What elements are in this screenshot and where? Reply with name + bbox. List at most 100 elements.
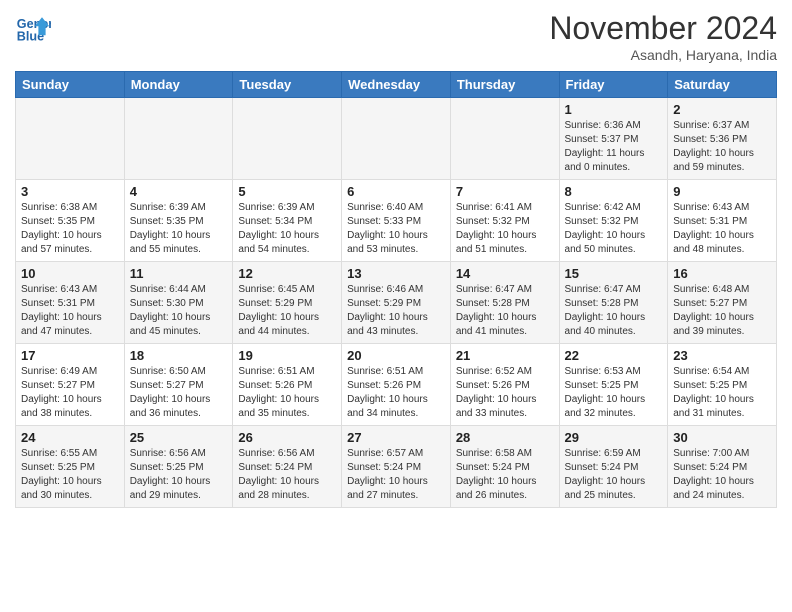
day-number: 17 xyxy=(21,348,119,363)
day-number: 8 xyxy=(565,184,663,199)
day-number: 3 xyxy=(21,184,119,199)
calendar-cell: 24Sunrise: 6:55 AM Sunset: 5:25 PM Dayli… xyxy=(16,426,125,508)
day-info: Sunrise: 6:43 AM Sunset: 5:31 PM Dayligh… xyxy=(673,201,771,257)
calendar-cell: 15Sunrise: 6:47 AM Sunset: 5:28 PM Dayli… xyxy=(559,262,668,344)
day-number: 10 xyxy=(21,266,119,281)
day-number: 2 xyxy=(673,102,771,117)
day-info: Sunrise: 6:46 AM Sunset: 5:29 PM Dayligh… xyxy=(347,283,445,339)
calendar-cell xyxy=(16,98,125,180)
day-number: 6 xyxy=(347,184,445,199)
calendar-cell: 8Sunrise: 6:42 AM Sunset: 5:32 PM Daylig… xyxy=(559,180,668,262)
calendar-week-row: 24Sunrise: 6:55 AM Sunset: 5:25 PM Dayli… xyxy=(16,426,777,508)
weekday-header-row: SundayMondayTuesdayWednesdayThursdayFrid… xyxy=(16,72,777,98)
weekday-header-monday: Monday xyxy=(124,72,233,98)
day-info: Sunrise: 6:38 AM Sunset: 5:35 PM Dayligh… xyxy=(21,201,119,257)
day-info: Sunrise: 6:37 AM Sunset: 5:36 PM Dayligh… xyxy=(673,119,771,175)
calendar-cell: 6 Sunrise: 6:40 AM Sunset: 5:33 PM Daylig… xyxy=(342,180,451,262)
day-info: Sunrise: 6:52 AM Sunset: 5:26 PM Dayligh… xyxy=(456,365,554,421)
day-number: 22 xyxy=(565,348,663,363)
day-info: Sunrise: 6:56 AM Sunset: 5:24 PM Dayligh… xyxy=(238,447,336,503)
day-number: 11 xyxy=(130,266,228,281)
calendar-cell: 18 Sunrise: 6:50 AM Sunset: 5:27 PM Dayli… xyxy=(124,344,233,426)
calendar-cell xyxy=(233,98,342,180)
calendar-cell: 1 Sunrise: 6:36 AM Sunset: 5:37 PM Daylig… xyxy=(559,98,668,180)
calendar-week-row: 3 Sunrise: 6:38 AM Sunset: 5:35 PM Daylig… xyxy=(16,180,777,262)
page: General Blue November 2024 Asandh, Harya… xyxy=(0,0,792,523)
day-info: Sunrise: 6:53 AM Sunset: 5:25 PM Dayligh… xyxy=(565,365,663,421)
day-info: Sunrise: 6:51 AM Sunset: 5:26 PM Dayligh… xyxy=(347,365,445,421)
calendar-cell: 21 Sunrise: 6:52 AM Sunset: 5:26 PM Dayli… xyxy=(450,344,559,426)
calendar-week-row: 17 Sunrise: 6:49 AM Sunset: 5:27 PM Dayli… xyxy=(16,344,777,426)
day-number: 7 xyxy=(456,184,554,199)
day-number: 20 xyxy=(347,348,445,363)
day-info: Sunrise: 7:00 AM Sunset: 5:24 PM Dayligh… xyxy=(673,447,771,503)
day-number: 5 xyxy=(238,184,336,199)
day-number: 14 xyxy=(456,266,554,281)
weekday-header-wednesday: Wednesday xyxy=(342,72,451,98)
day-info: Sunrise: 6:47 AM Sunset: 5:28 PM Dayligh… xyxy=(456,283,554,339)
calendar-week-row: 10 Sunrise: 6:43 AM Sunset: 5:31 PM Dayli… xyxy=(16,262,777,344)
calendar-cell: 2 Sunrise: 6:37 AM Sunset: 5:36 PM Daylig… xyxy=(668,98,777,180)
day-number: 16 xyxy=(673,266,771,281)
calendar-cell: 17 Sunrise: 6:49 AM Sunset: 5:27 PM Dayli… xyxy=(16,344,125,426)
header: General Blue November 2024 Asandh, Harya… xyxy=(15,10,777,63)
day-number: 25 xyxy=(130,430,228,445)
calendar-cell xyxy=(342,98,451,180)
calendar-cell xyxy=(124,98,233,180)
day-info: Sunrise: 6:59 AM Sunset: 5:24 PM Dayligh… xyxy=(565,447,663,503)
logo-icon: General Blue xyxy=(15,10,51,46)
day-number: 18 xyxy=(130,348,228,363)
calendar-cell: 20 Sunrise: 6:51 AM Sunset: 5:26 PM Dayli… xyxy=(342,344,451,426)
calendar-cell: 27Sunrise: 6:57 AM Sunset: 5:24 PM Dayli… xyxy=(342,426,451,508)
calendar-cell: 25 Sunrise: 6:56 AM Sunset: 5:25 PM Dayli… xyxy=(124,426,233,508)
calendar-cell: 5 Sunrise: 6:39 AM Sunset: 5:34 PM Daylig… xyxy=(233,180,342,262)
day-number: 12 xyxy=(238,266,336,281)
calendar-week-row: 1 Sunrise: 6:36 AM Sunset: 5:37 PM Daylig… xyxy=(16,98,777,180)
weekday-header-friday: Friday xyxy=(559,72,668,98)
calendar-cell: 29 Sunrise: 6:59 AM Sunset: 5:24 PM Dayli… xyxy=(559,426,668,508)
day-number: 19 xyxy=(238,348,336,363)
weekday-header-thursday: Thursday xyxy=(450,72,559,98)
calendar-table: SundayMondayTuesdayWednesdayThursdayFrid… xyxy=(15,71,777,508)
day-info: Sunrise: 6:50 AM Sunset: 5:27 PM Dayligh… xyxy=(130,365,228,421)
calendar-cell xyxy=(450,98,559,180)
calendar-cell: 9 Sunrise: 6:43 AM Sunset: 5:31 PM Daylig… xyxy=(668,180,777,262)
calendar-cell: 13 Sunrise: 6:46 AM Sunset: 5:29 PM Dayli… xyxy=(342,262,451,344)
day-number: 13 xyxy=(347,266,445,281)
location: Asandh, Haryana, India xyxy=(549,47,777,63)
day-number: 21 xyxy=(456,348,554,363)
calendar-cell: 30 Sunrise: 7:00 AM Sunset: 5:24 PM Dayli… xyxy=(668,426,777,508)
calendar-cell: 16Sunrise: 6:48 AM Sunset: 5:27 PM Dayli… xyxy=(668,262,777,344)
day-info: Sunrise: 6:51 AM Sunset: 5:26 PM Dayligh… xyxy=(238,365,336,421)
calendar-cell: 10 Sunrise: 6:43 AM Sunset: 5:31 PM Dayli… xyxy=(16,262,125,344)
day-info: Sunrise: 6:44 AM Sunset: 5:30 PM Dayligh… xyxy=(130,283,228,339)
day-number: 23 xyxy=(673,348,771,363)
day-info: Sunrise: 6:40 AM Sunset: 5:33 PM Dayligh… xyxy=(347,201,445,257)
day-number: 29 xyxy=(565,430,663,445)
day-number: 4 xyxy=(130,184,228,199)
calendar-cell: 28 Sunrise: 6:58 AM Sunset: 5:24 PM Dayli… xyxy=(450,426,559,508)
day-info: Sunrise: 6:57 AM Sunset: 5:24 PM Dayligh… xyxy=(347,447,445,503)
weekday-header-sunday: Sunday xyxy=(16,72,125,98)
calendar-cell: 3 Sunrise: 6:38 AM Sunset: 5:35 PM Daylig… xyxy=(16,180,125,262)
day-info: Sunrise: 6:58 AM Sunset: 5:24 PM Dayligh… xyxy=(456,447,554,503)
day-info: Sunrise: 6:56 AM Sunset: 5:25 PM Dayligh… xyxy=(130,447,228,503)
day-info: Sunrise: 6:39 AM Sunset: 5:34 PM Dayligh… xyxy=(238,201,336,257)
day-info: Sunrise: 6:45 AM Sunset: 5:29 PM Dayligh… xyxy=(238,283,336,339)
day-info: Sunrise: 6:43 AM Sunset: 5:31 PM Dayligh… xyxy=(21,283,119,339)
weekday-header-tuesday: Tuesday xyxy=(233,72,342,98)
day-number: 15 xyxy=(565,266,663,281)
day-info: Sunrise: 6:54 AM Sunset: 5:25 PM Dayligh… xyxy=(673,365,771,421)
calendar-cell: 7 Sunrise: 6:41 AM Sunset: 5:32 PM Daylig… xyxy=(450,180,559,262)
day-info: Sunrise: 6:41 AM Sunset: 5:32 PM Dayligh… xyxy=(456,201,554,257)
day-number: 1 xyxy=(565,102,663,117)
day-number: 28 xyxy=(456,430,554,445)
day-number: 26 xyxy=(238,430,336,445)
day-number: 30 xyxy=(673,430,771,445)
calendar-cell: 4Sunrise: 6:39 AM Sunset: 5:35 PM Daylig… xyxy=(124,180,233,262)
calendar-cell: 22 Sunrise: 6:53 AM Sunset: 5:25 PM Dayli… xyxy=(559,344,668,426)
title-block: November 2024 Asandh, Haryana, India xyxy=(549,10,777,63)
day-number: 9 xyxy=(673,184,771,199)
day-info: Sunrise: 6:49 AM Sunset: 5:27 PM Dayligh… xyxy=(21,365,119,421)
day-info: Sunrise: 6:36 AM Sunset: 5:37 PM Dayligh… xyxy=(565,119,663,175)
